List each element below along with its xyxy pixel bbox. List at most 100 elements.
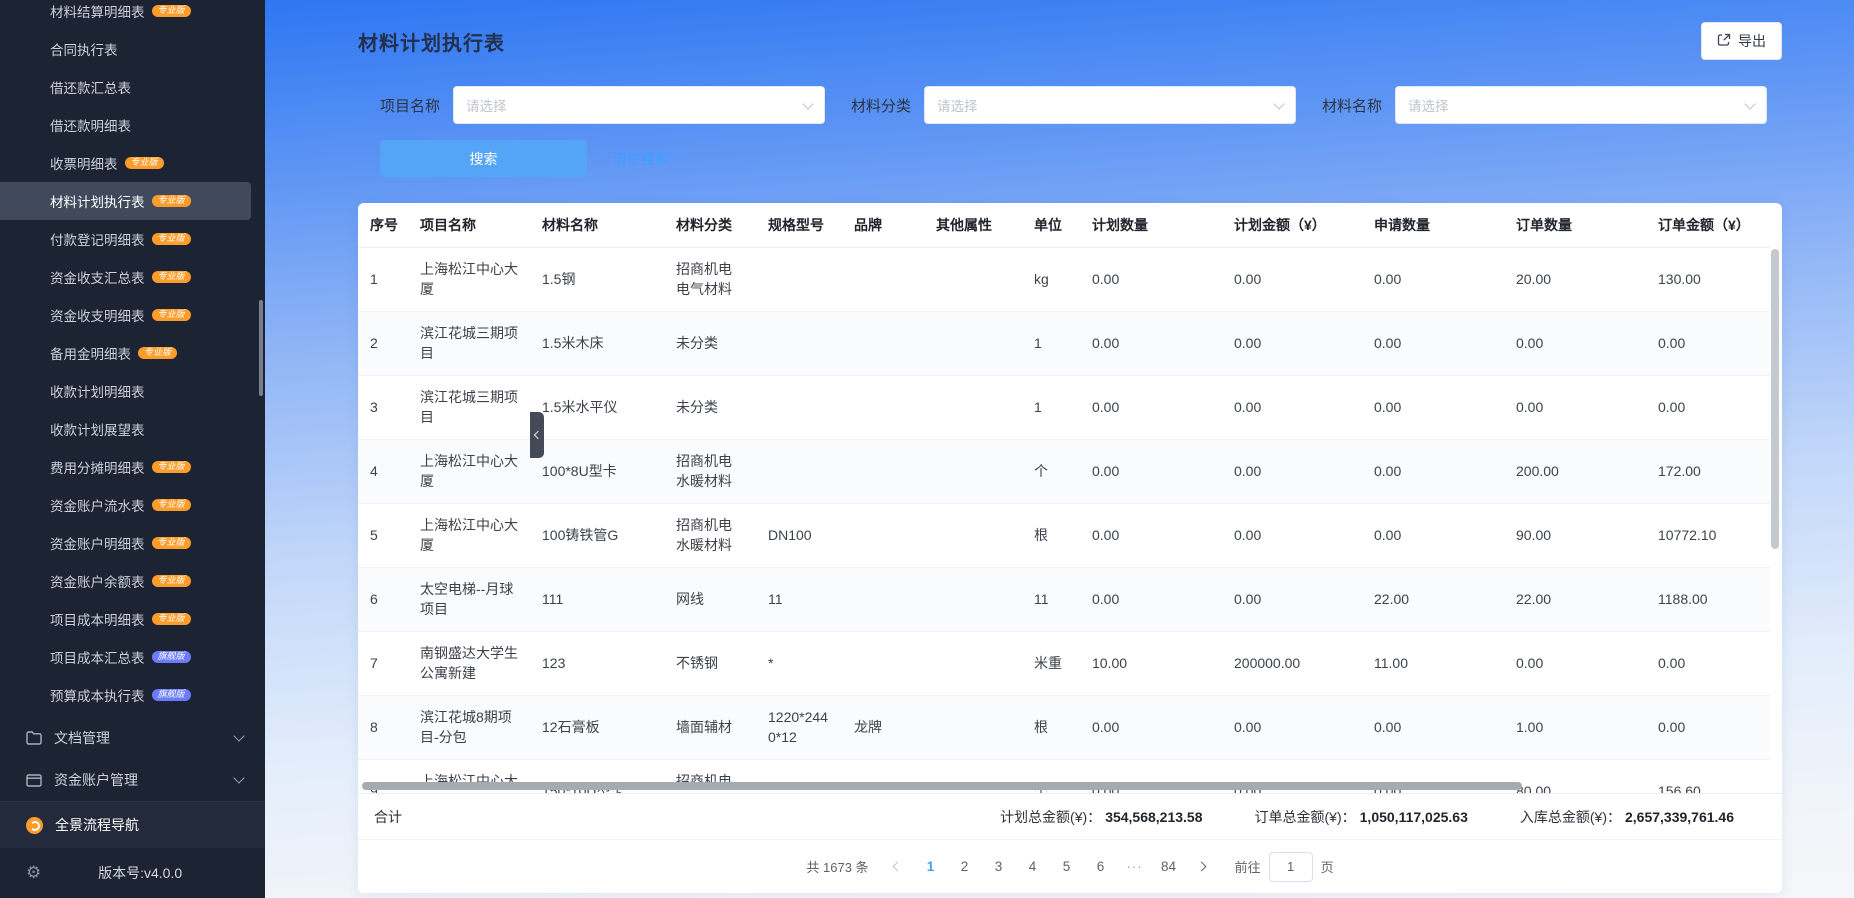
sidebar-item[interactable]: 材料结算明细表 专业版 bbox=[0, 0, 265, 30]
table-cell bbox=[924, 375, 1022, 440]
page-button[interactable]: 1 bbox=[917, 853, 945, 881]
sidebar-bottom: 全景流程导航 ⚙ 版本号:v4.0.0 bbox=[0, 801, 265, 898]
sidebar-group-docs[interactable]: 文档管理 bbox=[0, 717, 265, 759]
panorama-nav-item[interactable]: 全景流程导航 bbox=[0, 802, 265, 848]
page-button[interactable]: 3 bbox=[985, 853, 1013, 881]
sidebar-group-accounts[interactable]: 资金账户管理 bbox=[0, 759, 265, 801]
material-plan-table: 序号 项目名称 材料名称 材料分类 规格型号 品牌 其他属性 单位 计划数量 计划金额（¥） 申请数… bbox=[358, 203, 1770, 793]
table-cell bbox=[924, 695, 1022, 760]
page-buttons: 1 2 3 4 5 6 ··· 84 bbox=[917, 853, 1183, 881]
table-cell: 3 bbox=[358, 375, 408, 440]
table-cell: 0.00 bbox=[1504, 311, 1646, 376]
sidebar-item-label: 预算成本执行表 bbox=[50, 689, 145, 704]
sidebar-item[interactable]: 付款登记明细表 专业版 bbox=[0, 220, 265, 258]
goto-page-input[interactable] bbox=[1268, 851, 1313, 882]
material-category-select[interactable]: 请选择 bbox=[924, 86, 1297, 124]
project-name-select[interactable]: 请选择 bbox=[453, 86, 826, 124]
table-cell bbox=[924, 439, 1022, 504]
table-cell: 80.00 bbox=[1504, 759, 1646, 793]
sidebar-group-label: 资金账户管理 bbox=[54, 772, 138, 788]
table-cell: 1188.00 bbox=[1646, 567, 1770, 632]
table-row: 6 太空电梯--月球项目 111 网线 11 11 0.00 0.00 22.00 22.00 11… bbox=[358, 567, 1770, 632]
chevron-left-icon bbox=[892, 861, 903, 872]
sidebar-item[interactable]: 项目成本明细表 专业版 bbox=[0, 600, 265, 638]
sidebar-item[interactable]: 资金收支汇总表 专业版 bbox=[0, 258, 265, 296]
table-cell: 米重 bbox=[1022, 631, 1080, 696]
page-button[interactable]: 4 bbox=[1019, 853, 1047, 881]
edition-badge: 专业版 bbox=[151, 498, 191, 512]
sidebar-item[interactable]: 备用金明细表 专业版 bbox=[0, 334, 265, 372]
table-cell: 4 bbox=[358, 439, 408, 504]
table-cell: 0.00 bbox=[1362, 503, 1504, 568]
edition-badge: 专业版 bbox=[151, 270, 191, 284]
table-cell bbox=[756, 247, 842, 312]
table-cell: 未分类 bbox=[664, 311, 756, 376]
next-page-button[interactable] bbox=[1191, 853, 1213, 881]
table-cell: 0.00 bbox=[1080, 375, 1222, 440]
page-ellipsis: ··· bbox=[1121, 853, 1149, 881]
sidebar-item[interactable]: 收款计划展望表 bbox=[0, 410, 265, 448]
sidebar-item[interactable]: 收款计划明细表 bbox=[0, 372, 265, 410]
sidebar-item[interactable]: 收票明细表 专业版 bbox=[0, 144, 265, 182]
table-cell: 2 bbox=[358, 311, 408, 376]
sidebar-item[interactable]: 借还款汇总表 bbox=[0, 68, 265, 106]
material-name-select[interactable]: 请选择 bbox=[1395, 86, 1768, 124]
sidebar-item[interactable]: 资金收支明细表 专业版 bbox=[0, 296, 265, 334]
sidebar-item[interactable]: 材料计划执行表 专业版 bbox=[0, 182, 251, 220]
search-button[interactable]: 搜索 bbox=[380, 140, 587, 177]
table-row: 2 滨江花城三期项目 1.5米木床 未分类 1 0.00 0.00 0.00 0.00 0.00 bbox=[358, 311, 1770, 376]
table-cell: 0.00 bbox=[1222, 247, 1362, 312]
table-cell: 0.00 bbox=[1362, 439, 1504, 504]
sidebar-item[interactable]: 费用分摊明细表 专业版 bbox=[0, 448, 265, 486]
page-button[interactable]: 2 bbox=[951, 853, 979, 881]
column-header: 其他属性 bbox=[924, 203, 1022, 248]
page-button[interactable]: 6 bbox=[1087, 853, 1115, 881]
table-row: 1 上海松江中心大厦 1.5钢 招商机电电气材料 kg 0.00 0.00 0.00 20.00… bbox=[358, 247, 1770, 312]
filter-label: 材料分类 bbox=[851, 97, 912, 115]
sidebar-item[interactable]: 预算成本执行表 旗舰版 bbox=[0, 676, 265, 714]
wallet-icon bbox=[26, 772, 42, 788]
sidebar-item[interactable]: 合同执行表 bbox=[0, 30, 265, 68]
column-header: 材料名称 bbox=[530, 203, 664, 248]
summary-total: 计划总金额(¥)： 354,568,213.58 bbox=[1000, 808, 1203, 825]
vertical-scrollbar[interactable] bbox=[1771, 249, 1779, 549]
column-header: 材料分类 bbox=[664, 203, 756, 248]
edition-badge: 专业版 bbox=[151, 460, 191, 474]
table-cell: 太空电梯--月球项目 bbox=[408, 567, 530, 632]
sidebar-item-label: 项目成本明细表 bbox=[50, 613, 145, 628]
sidebar-collapse-button[interactable] bbox=[530, 412, 544, 458]
sidebar-item[interactable]: 资金账户余额表 专业版 bbox=[0, 562, 265, 600]
page-button[interactable]: 84 bbox=[1155, 853, 1183, 881]
edition-badge: 专业版 bbox=[124, 156, 164, 170]
column-header: 订单数量 bbox=[1504, 203, 1646, 248]
table-cell bbox=[756, 311, 842, 376]
table-cell: kg bbox=[1022, 247, 1080, 312]
goto-label: 前往 bbox=[1234, 860, 1261, 875]
table-cell: 1.5钢 bbox=[530, 247, 664, 312]
table-cell: 0.00 bbox=[1222, 375, 1362, 440]
summary-label: 合计 bbox=[374, 808, 402, 825]
table-cell: 0.00 bbox=[1646, 311, 1770, 376]
gear-icon[interactable]: ⚙ bbox=[26, 863, 41, 883]
clear-search-link[interactable]: 清空搜索 bbox=[613, 149, 669, 169]
table-cell: 0.00 bbox=[1222, 567, 1362, 632]
export-button[interactable]: 导出 bbox=[1701, 22, 1782, 60]
table-cell: 0.00 bbox=[1504, 631, 1646, 696]
table-cell: 11 bbox=[756, 567, 842, 632]
table-cell bbox=[756, 375, 842, 440]
horizontal-scrollbar[interactable] bbox=[362, 782, 1522, 790]
table-row: 5 上海松江中心大厦 100铸铁管G 招商机电水暖材料 DN100 根 0.00 0.00 0.… bbox=[358, 503, 1770, 568]
sidebar-item-label: 资金收支汇总表 bbox=[50, 271, 145, 286]
page-button[interactable]: 5 bbox=[1053, 853, 1081, 881]
sidebar-item[interactable]: 借还款明细表 bbox=[0, 106, 265, 144]
prev-page-button[interactable] bbox=[887, 853, 909, 881]
sidebar-item-label: 项目成本汇总表 bbox=[50, 651, 145, 666]
sidebar-item[interactable]: 资金账户流水表 专业版 bbox=[0, 486, 265, 524]
chevron-down-icon bbox=[233, 730, 245, 742]
export-label: 导出 bbox=[1738, 33, 1766, 49]
table-cell: 上海松江中心大厦 bbox=[408, 439, 530, 504]
sidebar-item[interactable]: 项目成本汇总表 旗舰版 bbox=[0, 638, 265, 676]
sidebar-item[interactable]: 资金账户明细表 专业版 bbox=[0, 524, 265, 562]
sidebar-scrollbar[interactable] bbox=[259, 300, 263, 396]
sidebar-item-label: 合同执行表 bbox=[50, 43, 118, 58]
